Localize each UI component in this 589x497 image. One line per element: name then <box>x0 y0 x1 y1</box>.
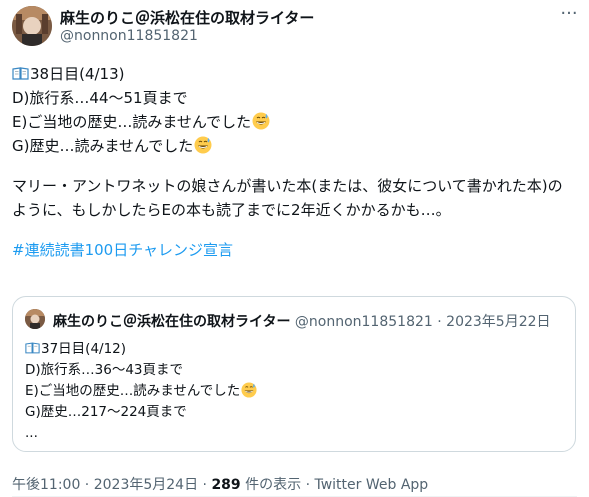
grinning-sweat-emoji <box>194 136 212 154</box>
quoted-line-3: E)ご当地の歴史…読みませんでした <box>25 381 565 402</box>
grinning-sweat-emoji <box>241 382 257 398</box>
avatar-image <box>25 309 45 329</box>
meta-separator: · <box>80 477 94 493</box>
grinning-sweat-emoji <box>252 112 270 130</box>
quoted-date: 2023年5月22日 <box>446 314 551 330</box>
quoted-line-4: G)歴史…217～224頁まで <box>25 404 187 420</box>
tweet-line-1: 38日目(4/13) <box>12 62 577 86</box>
views-count: 289 <box>211 477 241 493</box>
avatar-image <box>12 6 52 46</box>
tweet-paragraph: マリー・アントワネットの娘さんが書いた本(または、彼女について書かれた本)のよう… <box>12 177 563 219</box>
tweet-day-label: 38日目(4/13) <box>30 65 125 83</box>
tweet-line-2: D)旅行系…44～51頁まで <box>12 89 188 107</box>
meta-separator: · <box>198 477 212 493</box>
quoted-author-avatar <box>25 309 45 329</box>
tweet-line-4: G)歴史…読みませんでした <box>12 134 577 158</box>
quoted-author-name: 麻生のりこ＠浜松在住の取材ライター <box>53 314 291 330</box>
meta-separator: · <box>301 477 315 493</box>
tweet-line-3-text: E)ご当地の歴史…読みませんでした <box>12 113 252 131</box>
tweet-time[interactable]: 午後11:00 <box>12 477 80 493</box>
tweet-line-4-text: G)歴史…読みませんでした <box>12 137 194 155</box>
quoted-tweet-card[interactable]: 麻生のりこ＠浜松在住の取材ライター @nonnon11851821 · 2023… <box>12 296 576 452</box>
hashtag-link[interactable]: #連続読書100日チャレンジ宣言 <box>12 238 577 262</box>
tweet-line-3: E)ご当地の歴史…読みませんでした <box>12 110 577 134</box>
author-name[interactable]: 麻生のりこ＠浜松在住の取材ライター <box>60 7 314 28</box>
quoted-line-1: 37日目(4/12) <box>25 339 565 360</box>
quoted-day-label: 37日目(4/12) <box>41 341 127 357</box>
open-book-icon <box>25 342 40 354</box>
quoted-line-5: ... <box>25 425 38 441</box>
views-label: 件の表示 <box>240 477 302 493</box>
author-avatar[interactable] <box>12 6 52 46</box>
open-book-icon <box>12 67 29 80</box>
quoted-author-handle: @nonnon11851821 <box>294 314 433 330</box>
quoted-line-2: D)旅行系…36～43頁まで <box>25 362 184 378</box>
tweet-date[interactable]: 2023年5月24日 <box>94 477 198 493</box>
tweet-metadata: 午後11:00 · 2023年5月24日 · 289 件の表示 · Twitte… <box>12 474 428 494</box>
meta-separator: · <box>432 314 447 330</box>
quoted-header: 麻生のりこ＠浜松在住の取材ライター @nonnon11851821 · 2023… <box>53 311 551 331</box>
quoted-text: 37日目(4/12) D)旅行系…36～43頁まで E)ご当地の歴史…読みません… <box>25 339 565 444</box>
tweet-source[interactable]: Twitter Web App <box>314 477 428 493</box>
author-handle[interactable]: @nonnon11851821 <box>60 28 198 44</box>
quoted-line-3-text: E)ご当地の歴史…読みませんでした <box>25 383 241 399</box>
tweet-text: 38日目(4/13) D)旅行系…44～51頁まで E)ご当地の歴史…読みません… <box>12 62 577 262</box>
more-icon[interactable]: ··· <box>560 5 578 24</box>
